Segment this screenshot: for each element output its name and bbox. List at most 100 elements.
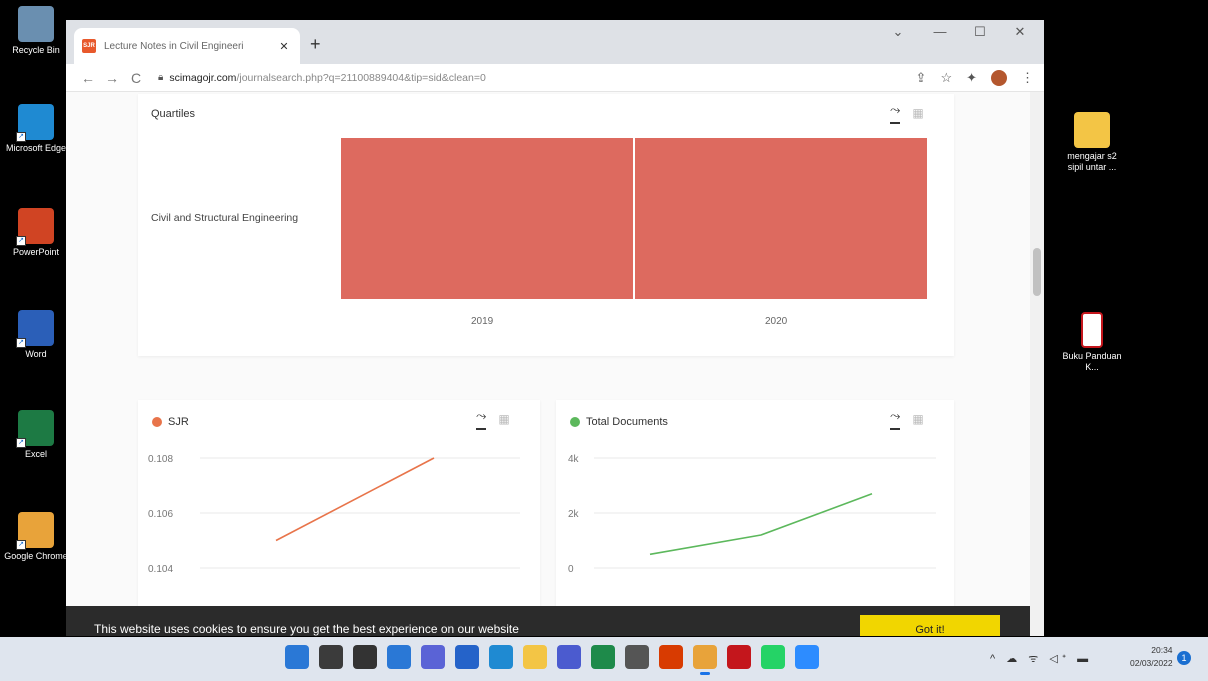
app-icon[interactable]: [625, 645, 649, 669]
cookie-accept-button[interactable]: Got it!: [860, 615, 1000, 636]
desktop-icon-label: Google Chrome: [4, 551, 68, 561]
address-bar[interactable]: 🔒︎ scimagojr.com /journalsearch.php?q=21…: [158, 67, 906, 89]
quartile-year-2020: 2020: [765, 316, 788, 327]
desktop-icon-label: Word: [25, 349, 47, 359]
star-icon[interactable]: ☆: [940, 70, 952, 86]
sjr-card: SJR ⤳ ▦ 0.108 0.106 0.104: [138, 400, 540, 620]
file-explorer-icon[interactable]: [523, 645, 547, 669]
powerpoint-icon: ↗: [16, 208, 54, 246]
edge-icon: ↗: [16, 104, 54, 142]
clock-date: 02/03/2022: [1130, 658, 1173, 668]
tab-search-dropdown-icon[interactable]: ⌄: [878, 24, 918, 40]
chrome-icon: ↗: [16, 512, 54, 550]
quartile-cell-2020: [635, 138, 927, 299]
browser-toolbar: ← → C 🔒︎ scimagojr.com /journalsearch.ph…: [66, 64, 1044, 92]
url-host: scimagojr.com: [169, 71, 237, 84]
desktop-shortcut[interactable]: mengajar s2 sipil untar ...: [1060, 112, 1124, 173]
close-window-button[interactable]: ✕: [1000, 24, 1040, 40]
task-view-icon[interactable]: [353, 645, 377, 669]
sjr-y-tick: 0.108: [148, 454, 173, 465]
new-tab-button[interactable]: +: [310, 34, 321, 55]
desktop-shortcut[interactable]: ↗ Word: [4, 310, 68, 360]
scrollbar-thumb[interactable]: [1033, 248, 1041, 296]
desktop-icon-label: Excel: [24, 449, 47, 459]
lock-icon[interactable]: 🔒︎: [158, 72, 163, 83]
folder-icon: [1074, 112, 1110, 148]
quartiles-plot: [341, 138, 927, 299]
forward-button[interactable]: →: [100, 70, 124, 86]
shortcut-arrow-icon: ↗: [16, 438, 26, 448]
docs-series-line: [649, 493, 873, 556]
taskbar: ^ ☁ ᯤ ◁ᐩ ▬ 20:34 02/03/2022 1: [0, 637, 1208, 681]
zoom-icon[interactable]: [795, 645, 819, 669]
sjr-y-tick: 0.104: [148, 564, 173, 575]
quartile-cell-2019: [341, 138, 633, 299]
maximize-button[interactable]: ☐: [960, 24, 1000, 40]
docs-y-tick: 2k: [568, 509, 580, 520]
shortcut-arrow-icon: ↗: [16, 236, 26, 246]
shortcut-arrow-icon: ↗: [16, 132, 26, 142]
desktop-shortcut[interactable]: ↗ PowerPoint: [4, 208, 68, 258]
edge-icon[interactable]: [489, 645, 513, 669]
chrome-window: SJR Lecture Notes in Civil Engineeri ✕ +…: [66, 20, 1044, 636]
start-icon[interactable]: [285, 645, 309, 669]
clock[interactable]: 20:34 02/03/2022: [1130, 644, 1173, 670]
desktop-icon-label: mengajar s2 sipil untar ...: [1067, 151, 1117, 172]
chat-icon[interactable]: [421, 645, 445, 669]
url-path: /journalsearch.php?q=21100889404&tip=sid…: [236, 71, 486, 84]
clock-time: 20:34: [1151, 645, 1173, 655]
recycle-bin-icon: [18, 6, 54, 42]
sjr-y-tick: 0.106: [148, 509, 173, 520]
store-icon[interactable]: [557, 645, 581, 669]
pdf-icon: [1081, 312, 1103, 348]
notification-badge[interactable]: 1: [1177, 651, 1191, 665]
minimize-button[interactable]: —: [920, 24, 960, 39]
shortcut-arrow-icon: ↗: [16, 540, 26, 550]
back-button[interactable]: ←: [76, 70, 100, 86]
scimago-favicon-icon: SJR: [82, 39, 96, 53]
excel-icon: ↗: [16, 410, 54, 448]
search-icon[interactable]: [319, 645, 343, 669]
close-tab-icon[interactable]: ✕: [276, 40, 292, 53]
whatsapp-icon[interactable]: [761, 645, 785, 669]
desktop-shortcut[interactable]: ↗ Excel: [4, 410, 68, 460]
word-icon: ↗: [16, 310, 54, 348]
reload-button[interactable]: C: [124, 70, 148, 86]
docs-y-tick: 4k: [568, 454, 580, 465]
page-scrollbar[interactable]: [1030, 92, 1044, 636]
docs-plot: 4k 2k 0: [568, 454, 936, 575]
desktop-icon-label: Microsoft Edge: [5, 143, 67, 153]
quartile-year-2019: 2019: [471, 316, 494, 327]
share-icon[interactable]: ⇪: [916, 70, 927, 86]
desktop-icon-label: Recycle Bin: [12, 45, 60, 55]
desktop-icon-label: Buku Panduan K...: [1062, 351, 1122, 372]
mail-icon[interactable]: [455, 645, 479, 669]
desktop-shortcut[interactable]: Recycle Bin: [4, 6, 68, 56]
shortcut-arrow-icon: ↗: [16, 338, 26, 348]
cookie-message: This website uses cookies to ensure you …: [94, 622, 519, 636]
tab-title: Lecture Notes in Civil Engineeri: [104, 40, 244, 52]
sjr-plot: 0.108 0.106 0.104: [148, 454, 520, 575]
sjr-series-line: [275, 457, 435, 542]
profile-icon[interactable]: [991, 69, 1007, 86]
cookie-banner: This website uses cookies to ensure you …: [66, 606, 1030, 636]
desktop-shortcut[interactable]: ↗ Google Chrome: [4, 512, 68, 562]
tab-strip: SJR Lecture Notes in Civil Engineeri ✕ +…: [66, 20, 1044, 64]
total-documents-card: Total Documents ⤳ ▦ 4k 2k 0: [556, 400, 954, 620]
xbox-icon[interactable]: [591, 645, 615, 669]
quartiles-card: Quartiles ⤳ ▦ Civil and Structural Engin…: [138, 94, 954, 356]
widgets-icon[interactable]: [387, 645, 411, 669]
desktop-shortcut[interactable]: ↗ Microsoft Edge: [4, 104, 68, 154]
tab-lecture-notes[interactable]: SJR Lecture Notes in Civil Engineeri ✕: [74, 28, 300, 64]
system-tray[interactable]: ^ ☁ ᯤ ◁ᐩ ▬: [990, 651, 1092, 666]
chrome-icon[interactable]: [693, 645, 717, 675]
desktop-shortcut[interactable]: Buku Panduan K...: [1060, 312, 1124, 373]
extensions-icon[interactable]: ✦: [966, 70, 977, 86]
docs-y-tick: 0: [568, 564, 574, 575]
acrobat-icon[interactable]: [727, 645, 751, 669]
desktop-icon-label: PowerPoint: [12, 247, 60, 257]
quartile-category-label: Civil and Structural Engineering: [151, 212, 299, 224]
page-viewport: Quartiles ⤳ ▦ Civil and Structural Engin…: [66, 92, 1044, 636]
menu-icon[interactable]: ⋮: [1021, 70, 1034, 86]
office-icon[interactable]: [659, 645, 683, 669]
